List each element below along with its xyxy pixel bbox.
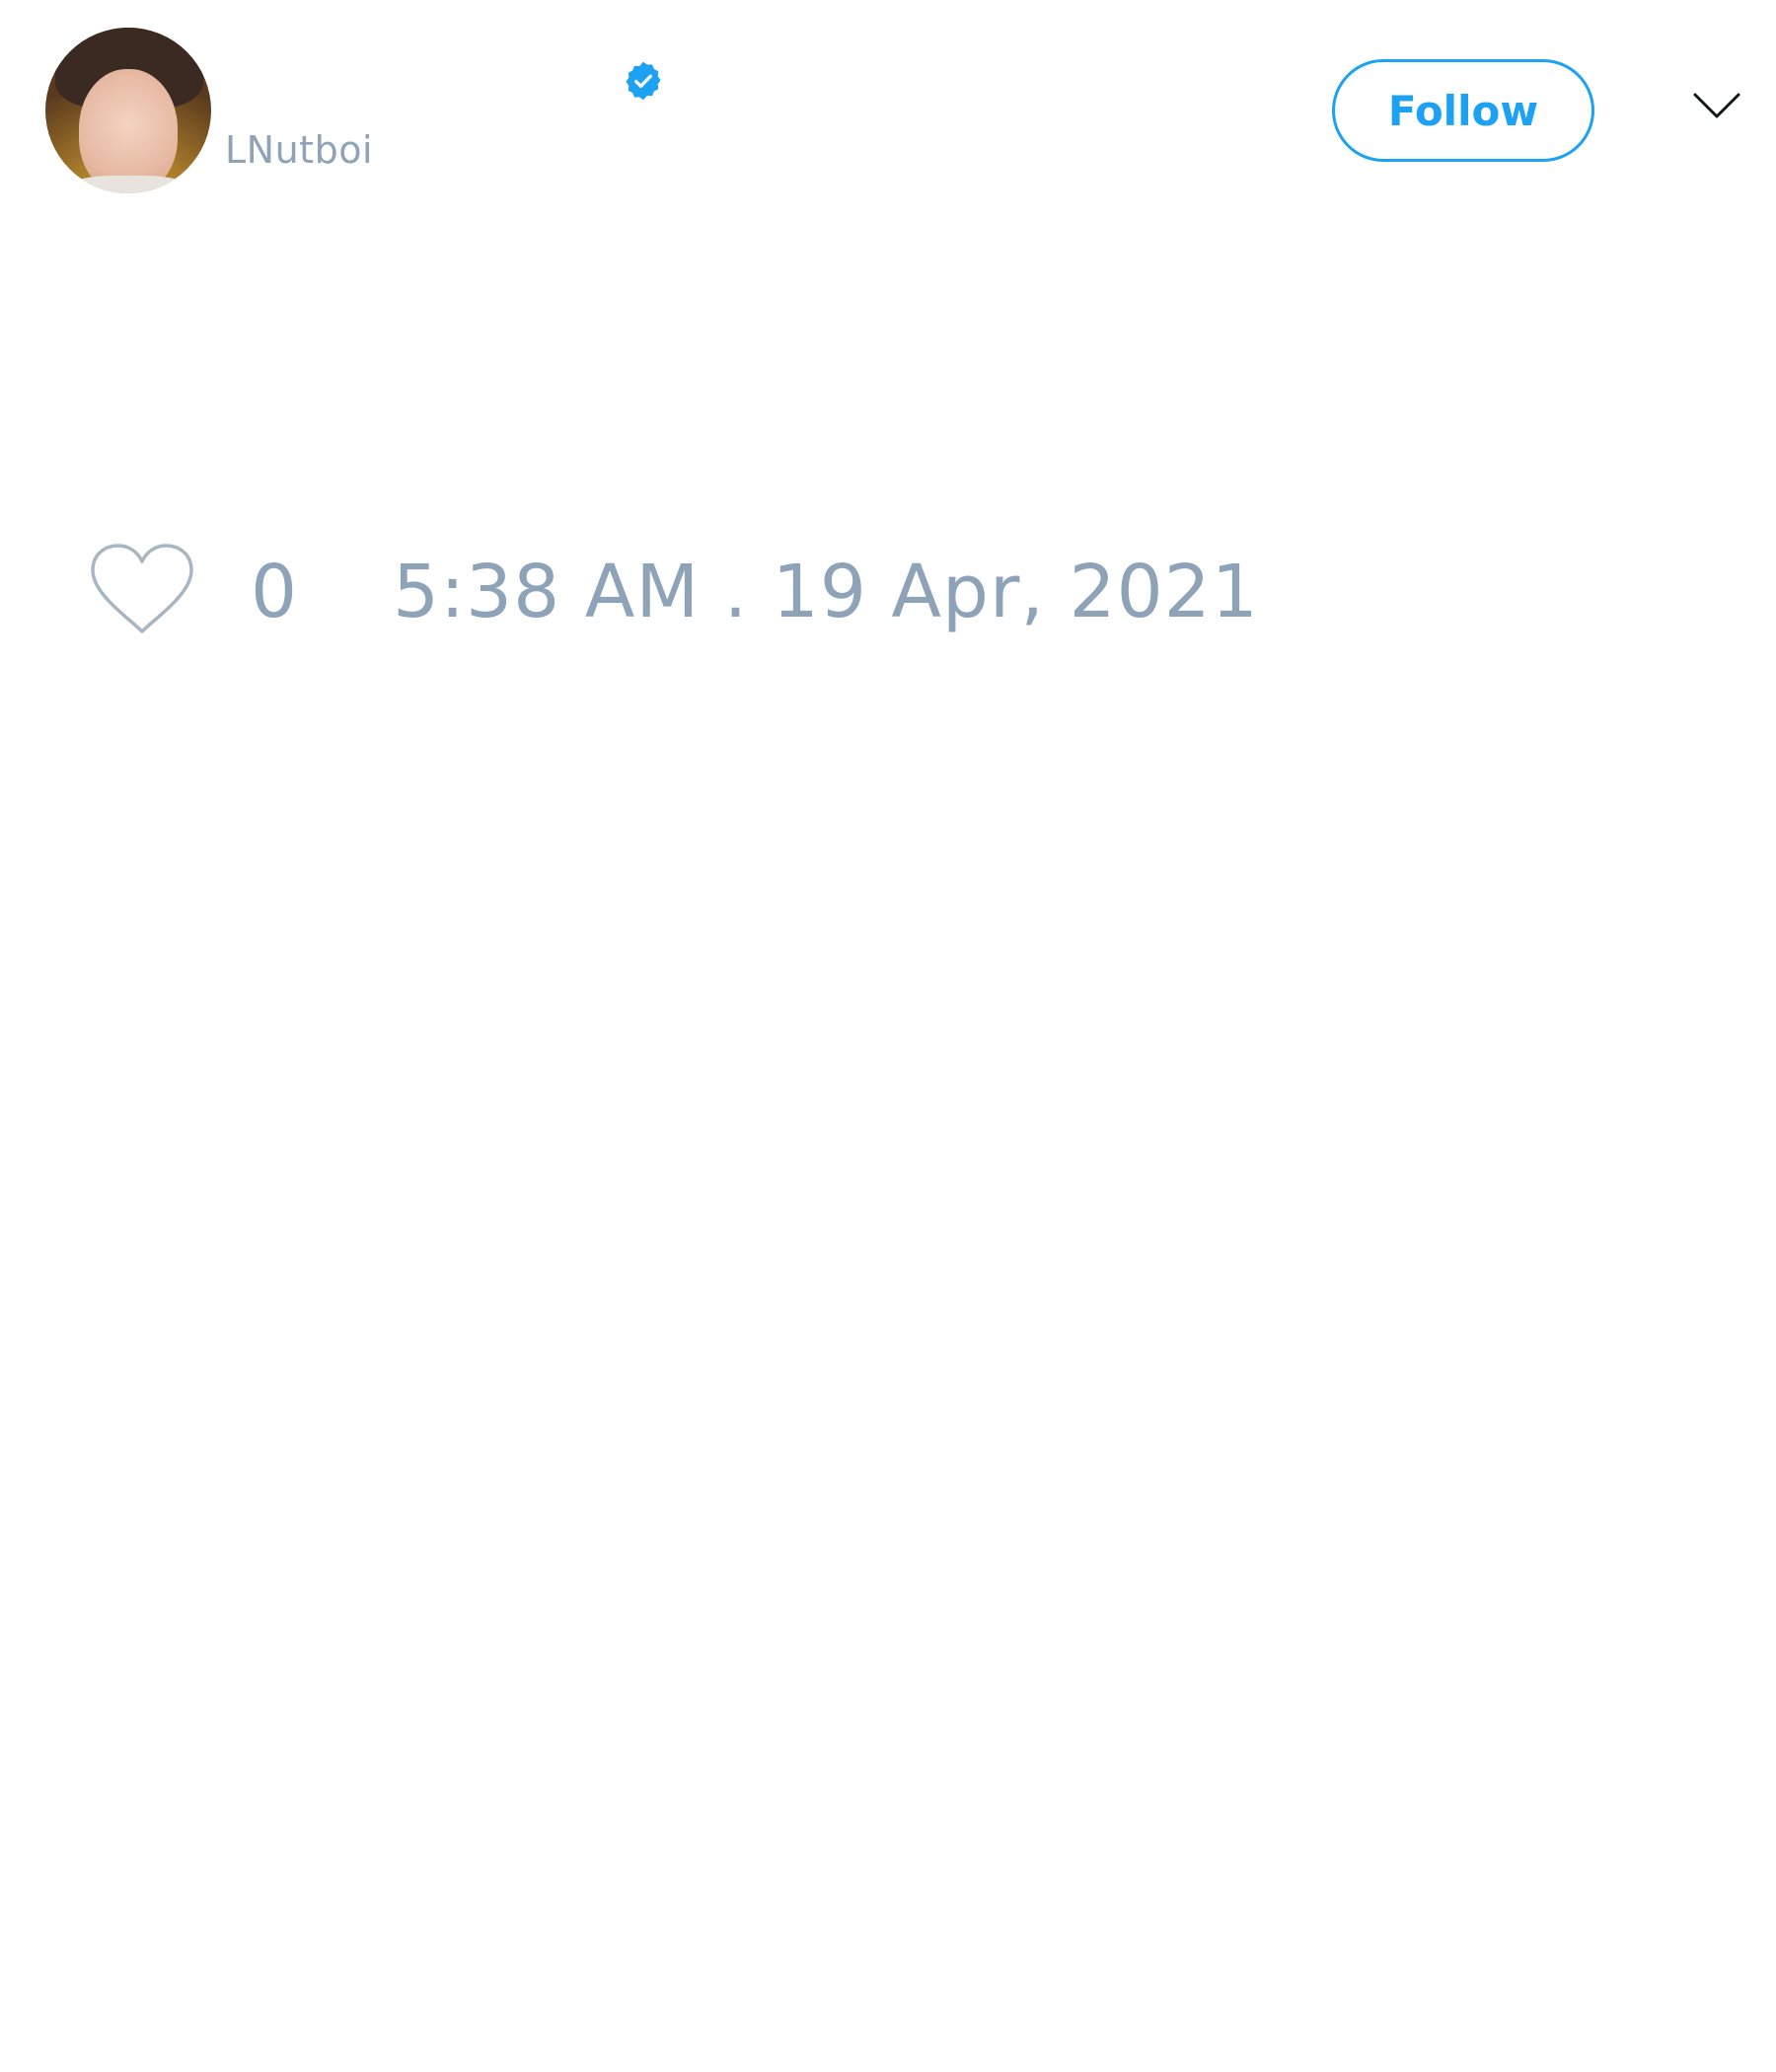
verified-badge-icon [626,61,661,101]
author-avatar[interactable] [45,28,211,193]
like-count: 0 [251,550,298,634]
heart-icon[interactable] [89,543,195,635]
tweet-timestamp[interactable]: 5:38 AM . 19 Apr, 2021 [393,548,1259,636]
tweet-card: LNutboi Follow 0 5:38 AM . 19 Apr, 2021 [0,0,1776,2072]
follow-button[interactable]: Follow [1332,59,1594,162]
avatar-shoulders [59,176,197,193]
author-handle[interactable]: LNutboi [225,128,373,172]
chevron-down-icon[interactable] [1692,91,1741,120]
